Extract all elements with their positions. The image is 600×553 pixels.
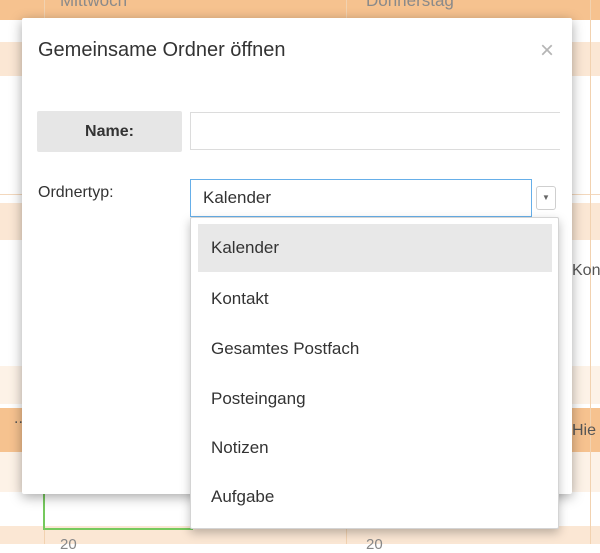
name-input[interactable]: [190, 112, 560, 150]
folder-type-label: Ordnertyp:: [38, 184, 114, 201]
option-aufgabe[interactable]: Aufgabe: [198, 473, 552, 521]
date-number: 20: [366, 536, 383, 553]
option-posteingang[interactable]: Posteingang: [198, 375, 552, 423]
close-icon[interactable]: ×: [535, 38, 559, 64]
option-gesamtes-postfach[interactable]: Gesamtes Postfach: [198, 325, 552, 373]
folder-type-selected-value: Kalender: [203, 188, 272, 207]
day-header-wednesday: Mittwoch: [60, 0, 128, 10]
selection-outline: [43, 494, 45, 530]
dropdown-arrow-icon[interactable]: ▼: [536, 186, 556, 210]
event-label-cut: Kon: [572, 262, 600, 279]
folder-type-select[interactable]: Kalender: [190, 179, 532, 217]
name-label: Name:: [37, 111, 182, 152]
day-header-thursday: Donnerstag: [366, 0, 454, 10]
option-kontakt[interactable]: Kontakt: [198, 275, 552, 323]
option-kalender[interactable]: Kalender: [198, 224, 552, 272]
date-number: 20: [60, 536, 77, 553]
dialog-title: Gemeinsame Ordner öffnen: [38, 39, 286, 61]
folder-type-dropdown: Kalender Kontakt Gesamtes Postfach Poste…: [190, 217, 559, 529]
selection-outline: [43, 528, 193, 530]
event-label-cut: Hie: [572, 422, 597, 439]
option-notizen[interactable]: Notizen: [198, 424, 552, 472]
